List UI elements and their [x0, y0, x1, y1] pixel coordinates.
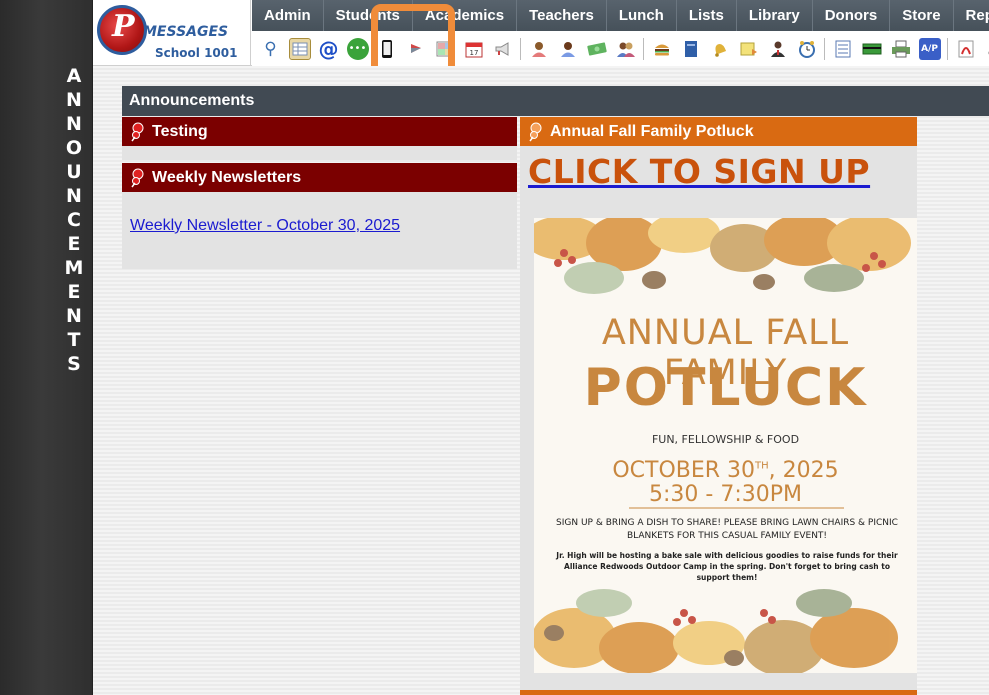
side-banner-letter: E [67, 233, 81, 255]
search-icon[interactable]: ⚲ [260, 38, 282, 60]
newsletter-link[interactable]: Weekly Newsletter - October 30, 2025 [130, 217, 400, 235]
logo-p-glyph: P [112, 9, 135, 44]
pushpin-icon [131, 168, 144, 188]
bell-icon[interactable] [709, 38, 731, 60]
side-banner-letter: U [66, 161, 82, 183]
side-banner-letter: N [66, 185, 82, 207]
money-icon[interactable] [586, 38, 608, 60]
toolbar-separator [947, 37, 948, 60]
phone-icon[interactable] [376, 38, 398, 60]
flag-icon[interactable] [405, 38, 427, 60]
side-banner-letter: M [64, 257, 84, 279]
chat-icon[interactable]: ••• [346, 37, 369, 60]
note-icon[interactable] [738, 38, 760, 60]
menu-lists[interactable]: Lists [677, 0, 737, 31]
megaphone-icon[interactable] [492, 38, 514, 60]
menu-students[interactable]: Students [324, 0, 413, 31]
grid-icon[interactable] [288, 37, 311, 60]
side-banner-letter: N [66, 113, 82, 135]
flyer-date: OCTOBER 30TH, 2025 [534, 458, 917, 483]
email-icon[interactable]: @ [318, 37, 340, 61]
clock-icon[interactable] [796, 38, 818, 60]
menu-admin[interactable]: Admin [252, 0, 324, 31]
flyer-bake-sale: Jr. High will be hosting a bake sale wit… [556, 551, 898, 582]
flyer-tagline: FUN, FELLOWSHIP & FOOD [651, 433, 800, 446]
side-banner-letter: S [67, 353, 81, 375]
toolbar-separator [824, 37, 825, 60]
header: P MESSAGES School 1001 Admin Students Ac… [93, 0, 989, 66]
users-icon[interactable] [615, 38, 637, 60]
side-banner-letter: T [67, 329, 81, 351]
logo[interactable]: P MESSAGES School 1001 [93, 0, 251, 66]
signup-link[interactable]: CLICK TO SIGN UP [528, 152, 870, 191]
menu-lunch[interactable]: Lunch [607, 0, 677, 31]
side-banner: ANNOUNCEMENTS [0, 0, 93, 695]
menu-reports[interactable]: Reports [954, 0, 989, 31]
menu-donors[interactable]: Donors [813, 0, 891, 31]
logo-brand: MESSAGES [143, 24, 229, 40]
side-banner-letter: A [66, 65, 82, 87]
logo-school-name: School 1001 [155, 46, 238, 60]
testing-card-body [122, 146, 517, 160]
user-female-2-icon[interactable] [557, 38, 579, 60]
pushpin-icon [131, 122, 144, 142]
user-female-icon[interactable] [528, 38, 550, 60]
card-icon[interactable] [861, 38, 883, 60]
newsletters-card-title: Weekly Newsletters [152, 169, 302, 186]
main-content: Announcements Testing Weekly Newsletters… [93, 66, 989, 695]
book-icon[interactable] [680, 38, 702, 60]
pdf-icon[interactable] [955, 38, 977, 60]
calendar-icon[interactable]: 17 [463, 38, 485, 60]
side-banner-letter: O [65, 137, 83, 159]
main-menu: Admin Students Academics Teachers Lunch … [252, 0, 989, 31]
pushpin-icon [529, 122, 542, 142]
announcements-header: Announcements [122, 86, 989, 116]
menu-store[interactable]: Store [890, 0, 954, 31]
ap-icon[interactable]: A/P [918, 37, 941, 60]
burger-icon[interactable] [651, 38, 673, 60]
flyer-date-sup: TH [755, 460, 769, 472]
calendar-grid-icon[interactable] [434, 38, 456, 60]
teacher-icon[interactable] [767, 38, 789, 60]
menu-library[interactable]: Library [737, 0, 813, 31]
flyer-date-prefix: OCTOBER 30 [612, 458, 756, 483]
flyer-time: 5:30 - 7:30PM [649, 482, 802, 507]
svg-text:17: 17 [469, 49, 478, 57]
flyer-line2: POTLUCK [583, 358, 868, 418]
potluck-card-title: Annual Fall Family Potluck [550, 123, 754, 140]
toolbar-separator [643, 37, 644, 60]
menu-teachers[interactable]: Teachers [517, 0, 607, 31]
tools-icon[interactable] [984, 38, 989, 60]
side-banner-letter: E [67, 281, 81, 303]
testing-card-header[interactable]: Testing [122, 117, 517, 146]
potluck-card-footer [520, 690, 917, 695]
icon-toolbar: ⚲ @ ••• 17 A/P [252, 31, 989, 66]
list-icon[interactable] [832, 38, 854, 60]
testing-card-title: Testing [152, 123, 208, 140]
toolbar-separator [520, 37, 521, 60]
flyer-invite: SIGN UP & BRING A DISH TO SHARE! PLEASE … [556, 518, 898, 541]
flyer-date-year: , 2025 [768, 458, 839, 483]
printer-icon[interactable] [890, 38, 912, 60]
side-banner-letter: N [66, 305, 82, 327]
newsletters-card-header[interactable]: Weekly Newsletters [122, 163, 517, 192]
menu-academics[interactable]: Academics [413, 0, 518, 31]
side-banner-letter: C [67, 209, 81, 231]
potluck-flyer-image: ANNUAL FALL FAMILY POTLUCK FUN, FELLOWSH… [534, 218, 917, 673]
potluck-card-header[interactable]: Annual Fall Family Potluck [520, 117, 917, 146]
side-banner-letter: N [66, 89, 82, 111]
